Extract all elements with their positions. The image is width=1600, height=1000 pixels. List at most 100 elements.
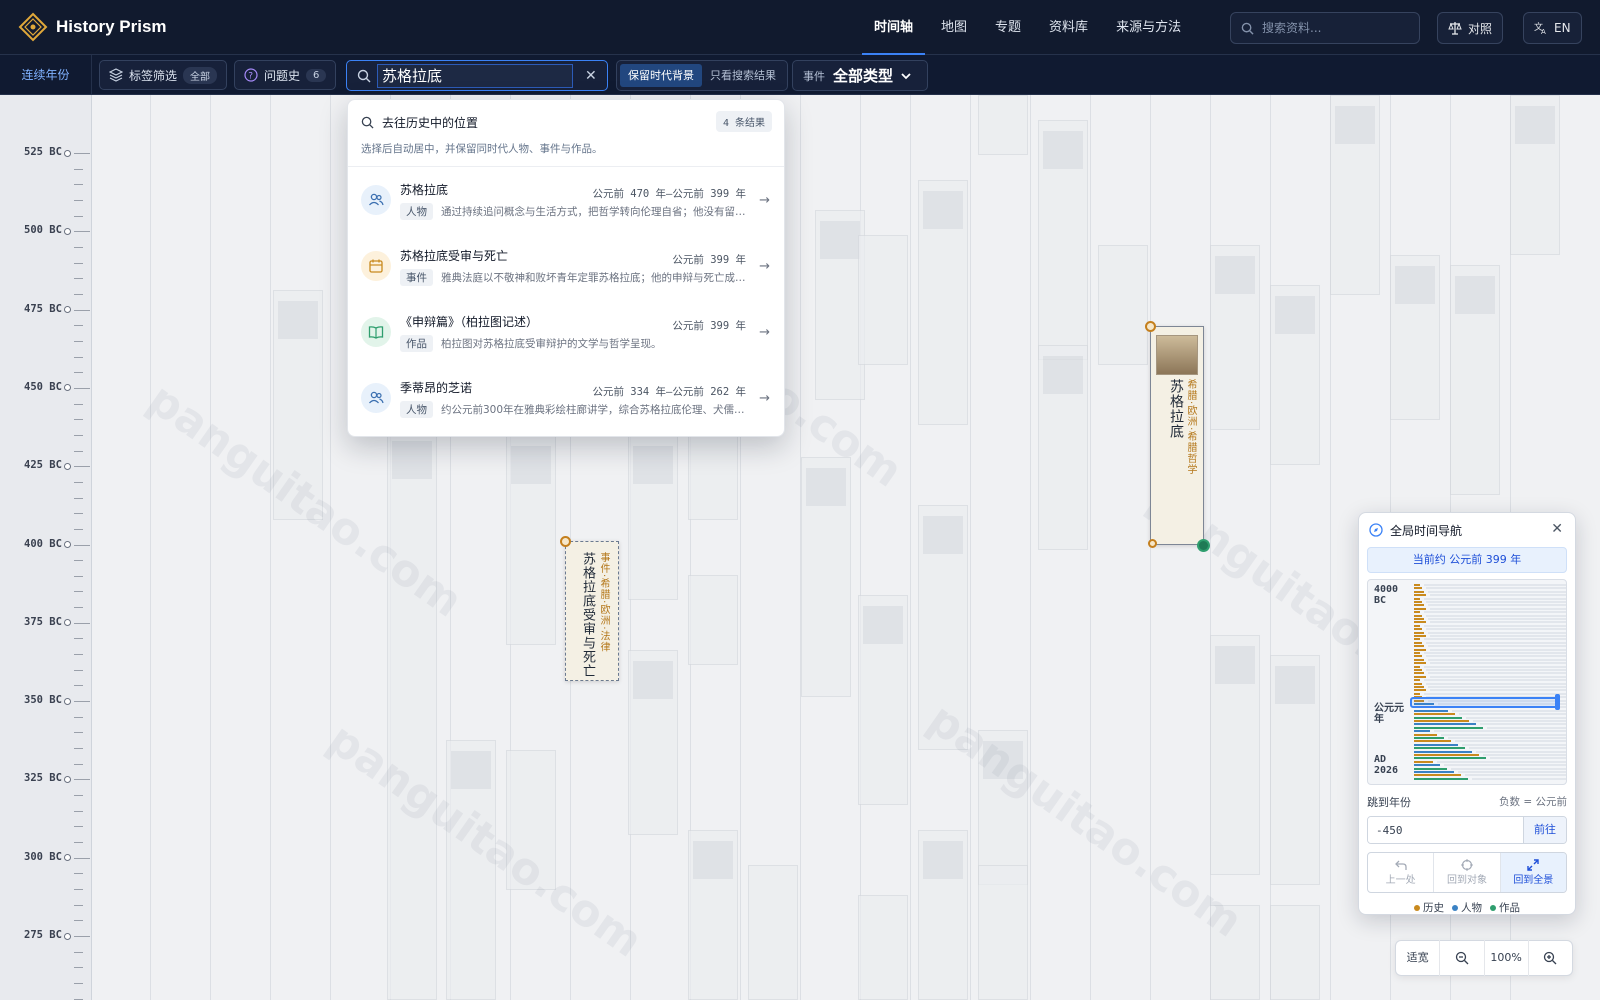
nav-sources[interactable]: 来源与方法 [1102,0,1195,55]
search-result-item[interactable]: 苏格拉底 人物 通过持续追问概念与生活方式，把哲学转向伦理自省；他没有留下著作，… [348,167,784,233]
minimap-density-bar [1414,587,1422,590]
event-card-socrates-trial[interactable]: 苏格拉底受审与死亡 事件·希腊·欧洲·法律 [565,541,619,681]
ruler-tick-line [74,842,83,844]
ruler-tick-line [74,403,83,405]
fit-width-button[interactable]: 适宽 [1396,940,1441,976]
minimap-track [1424,665,1566,668]
background-timeline-card[interactable] [1038,120,1088,360]
back-to-object-button[interactable]: 回到对象 [1434,853,1501,892]
nav-timeline[interactable]: 时间轴 [860,0,927,55]
back-to-overview-button[interactable]: 回到全景 [1500,853,1566,892]
ruler-tick-line [74,748,83,750]
minimap-density-bar [1414,774,1461,777]
background-timeline-card[interactable] [1390,255,1440,420]
tag-filter-button[interactable]: 标签筛选 全部 [99,60,228,90]
nav-topics[interactable]: 专题 [981,0,1035,55]
background-timeline-card[interactable] [858,235,908,365]
card-thumbnail [1515,106,1555,144]
socrates-start-node[interactable] [1145,321,1156,332]
zoom-in-button[interactable] [1529,940,1572,976]
minimap-track [1437,760,1566,763]
minimap-density-bar [1414,709,1448,712]
background-timeline-card[interactable] [748,865,798,1000]
background-timeline-card[interactable] [688,575,738,665]
minimap-track [1480,723,1566,726]
background-timeline-card[interactable] [628,650,678,835]
search-result-item[interactable]: 季蒂昂的芝诺 人物 约公元前300年在雅典彩绘柱廊讲学，综合苏格拉底伦理、犬儒学… [348,365,784,431]
background-timeline-card[interactable] [1210,245,1260,430]
background-timeline-card[interactable] [1270,285,1320,465]
background-timeline-card[interactable] [858,895,908,1000]
search-result-item[interactable]: 《申辩篇》（柏拉图记述） 作品 柏拉图对苏格拉底受审辩护的文学与哲学呈现。 公元… [348,299,784,365]
timeline-search-input[interactable] [377,63,573,88]
minimap-track [1426,614,1566,617]
ruler-tick-line [74,638,83,640]
socrates-end-node[interactable] [1197,539,1210,552]
background-timeline-card[interactable] [387,430,437,1000]
background-timeline-card[interactable] [978,865,1028,1000]
ruler-tick-line [74,387,90,389]
minimap-density-bar [1414,713,1455,716]
keep-context-option[interactable]: 保留时代背景 [620,64,702,87]
background-timeline-card[interactable] [918,180,968,425]
card-thumbnail [392,441,432,479]
person-card-socrates[interactable]: 苏格拉底 希腊·欧洲·希腊哲学 [1150,326,1204,545]
background-timeline-card[interactable] [688,830,738,1000]
background-timeline-card[interactable] [918,830,968,1000]
ruler-tick-line [74,575,83,577]
minimap-viewport-window[interactable] [1410,697,1558,708]
go-button[interactable]: 前往 [1523,817,1566,843]
jump-year-input[interactable] [1368,817,1523,843]
minimap-viewport-handle[interactable] [1555,694,1560,710]
minimap[interactable]: 4000 BC 公元元年 AD 2026 [1367,579,1567,785]
background-timeline-card[interactable] [1270,655,1320,885]
background-timeline-card[interactable] [858,595,908,805]
ruler-tick-dot [64,775,71,783]
background-timeline-card[interactable] [1510,95,1560,255]
background-timeline-card[interactable] [506,435,556,645]
only-results-option[interactable]: 只看搜索结果 [702,64,784,87]
background-timeline-card[interactable] [1038,345,1088,550]
background-timeline-card[interactable] [978,95,1028,155]
card-thumbnail [1275,296,1315,334]
card-thumbnail [820,221,860,259]
search-icon [1241,22,1254,35]
ruler-tick-line [74,763,83,765]
close-icon[interactable]: ✕ [1551,521,1563,537]
background-timeline-card[interactable] [688,435,738,520]
compare-button[interactable]: 对照 [1437,12,1504,44]
background-timeline-card[interactable] [1210,635,1260,875]
search-result-item[interactable]: 苏格拉底受审与死亡 事件 雅典法庭以不敬神和败坏青年定罪苏格拉底；他的申辩与死亡… [348,233,784,299]
global-search-input[interactable] [1262,21,1412,35]
brand[interactable]: History Prism [18,12,167,42]
background-timeline-card[interactable] [1330,95,1380,295]
language-button[interactable]: 文A EN [1523,12,1582,44]
tag-filter-value: 全部 [183,66,218,84]
minimap-track [1424,611,1566,614]
background-timeline-card[interactable] [1098,245,1148,365]
type-select[interactable]: 事件 全部类型 [792,60,928,91]
arrow-right-icon: → [759,325,770,340]
year-ruler[interactable]: 525 BC 500 BC 475 BC 450 BC 425 BC 400 BC 375 … [0,95,92,1000]
background-timeline-card[interactable] [801,457,851,697]
background-timeline-card[interactable] [1270,905,1320,1000]
ruler-tick-line [74,153,90,154]
ruler-tick-dot [64,619,71,627]
global-search[interactable] [1230,12,1420,44]
minimap-track [1428,590,1566,593]
previous-location-button[interactable]: 上一处 [1368,853,1435,892]
background-timeline-card[interactable] [628,435,678,600]
minimap-density-bar [1414,760,1433,763]
zoom-out-button[interactable] [1440,940,1485,976]
minimap-density-bar [1414,692,1420,695]
year-mode-toggle[interactable]: 连续年份 [0,55,92,95]
target-icon [1460,859,1473,871]
nav-library[interactable]: 资料库 [1035,0,1102,55]
nav-map[interactable]: 地图 [927,0,981,55]
timeline-search[interactable]: ✕ [346,60,608,91]
search-scope-toggle: 保留时代背景 只看搜索结果 [616,60,788,91]
background-timeline-card[interactable] [1450,265,1500,495]
question-history-button[interactable]: ? 问题史 6 [234,60,337,90]
clear-search-icon[interactable]: ✕ [585,68,597,84]
trial-node[interactable] [560,536,571,547]
